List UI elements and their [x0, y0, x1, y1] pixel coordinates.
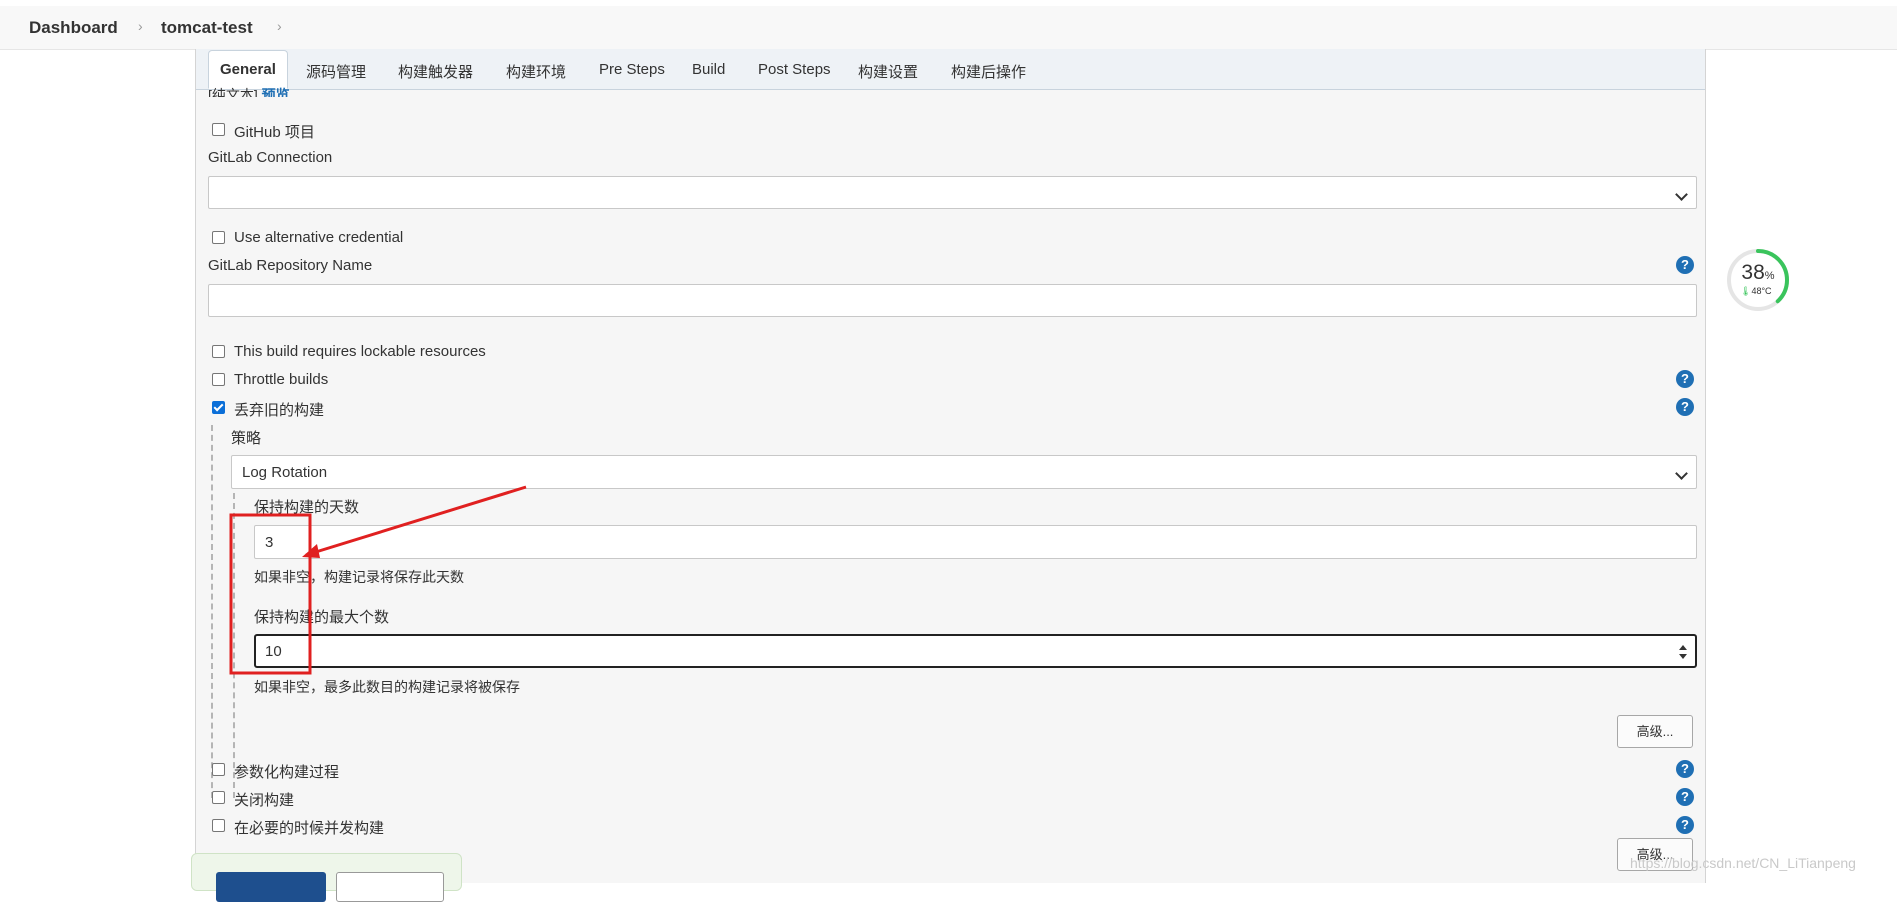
parameterized-build-label: 参数化构建过程 [234, 764, 340, 781]
tab-post-steps[interactable]: Post Steps [758, 61, 831, 78]
config-panel: General 源码管理 构建触发器 构建环境 Pre Steps Build … [195, 49, 1706, 883]
tab-source-code[interactable]: 源码管理 [306, 61, 366, 82]
help-icon-throttle[interactable]: ? [1676, 370, 1694, 388]
gitlab-repo-label: GitLab Repository Name [208, 257, 373, 274]
github-project-label: GitHub 项目 [234, 124, 315, 141]
breadcrumb-dropdown-icon[interactable]: › [277, 18, 282, 34]
help-icon-discard-old[interactable]: ? [1676, 398, 1694, 416]
breadcrumb: Dashboard › tomcat-test › [0, 6, 1897, 50]
bottom-action-bar [191, 853, 462, 902]
tab-general[interactable]: General [208, 50, 288, 89]
thermometer-icon: 🌡 [1740, 286, 1752, 296]
throttle-builds-checkbox[interactable] [212, 373, 225, 386]
breadcrumb-separator-icon: › [138, 18, 143, 34]
discard-old-builds-checkbox[interactable] [212, 401, 225, 414]
lockable-resources-checkbox[interactable] [212, 345, 225, 358]
strategy-label: 策略 [231, 430, 262, 447]
concurrent-build-checkbox[interactable] [212, 819, 225, 832]
lockable-resources-label: This build requires lockable resources [234, 343, 486, 360]
max-builds-label: 保持构建的最大个数 [254, 609, 390, 626]
advanced-button-log-rotation[interactable]: 高级... [1617, 715, 1693, 748]
watermark: https://blog.csdn.net/CN_LiTianpeng [1630, 855, 1856, 871]
config-tabbar: General 源码管理 构建触发器 构建环境 Pre Steps Build … [196, 49, 1705, 90]
days-to-keep-label: 保持构建的天数 [254, 499, 360, 516]
alt-credential-label: Use alternative credential [234, 229, 404, 246]
gitlab-repo-input[interactable] [208, 284, 1697, 317]
chevron-down-icon [1675, 188, 1688, 201]
help-icon-concurrent[interactable]: ? [1676, 816, 1694, 834]
gauge-temperature: 🌡48°C [1740, 286, 1772, 296]
breadcrumb-dashboard-link[interactable]: Dashboard [29, 18, 118, 38]
tab-build-environment[interactable]: 构建环境 [506, 61, 566, 82]
save-button[interactable] [216, 872, 326, 902]
chevron-down-icon [1675, 467, 1688, 480]
days-to-keep-hint: 如果非空，构建记录将保存此天数 [254, 569, 464, 585]
apply-button[interactable] [336, 872, 444, 902]
discard-section-guide [211, 425, 213, 798]
help-icon-disable-build[interactable]: ? [1676, 788, 1694, 806]
throttle-builds-label: Throttle builds [234, 371, 329, 388]
breadcrumb-project-link[interactable]: tomcat-test [161, 18, 253, 38]
discard-old-builds-label: 丢弃旧的构建 [234, 402, 325, 419]
tab-pre-steps[interactable]: Pre Steps [599, 61, 665, 78]
disable-build-checkbox[interactable] [212, 791, 225, 804]
days-to-keep-input[interactable]: 3 [254, 525, 1697, 559]
tab-build-settings[interactable]: 构建设置 [858, 61, 918, 82]
help-icon-parameterized[interactable]: ? [1676, 760, 1694, 778]
tab-build-triggers[interactable]: 构建触发器 [398, 61, 473, 82]
tab-build[interactable]: Build [692, 61, 725, 78]
max-builds-hint: 如果非空，最多此数目的构建记录将被保存 [254, 679, 520, 695]
alt-credential-checkbox[interactable] [212, 231, 225, 244]
help-icon-gitlab-repo[interactable]: ? [1676, 256, 1694, 274]
gitlab-connection-label: GitLab Connection [208, 149, 333, 166]
disable-build-label: 关闭构建 [234, 792, 295, 809]
strategy-select[interactable]: Log Rotation [231, 455, 1697, 489]
gitlab-connection-select[interactable] [208, 176, 1697, 209]
preview-link[interactable]: 预览 [262, 87, 290, 97]
log-rotation-section-guide [233, 493, 235, 798]
parameterized-build-checkbox[interactable] [212, 763, 225, 776]
max-builds-input[interactable]: 10 [254, 634, 1697, 668]
github-project-checkbox[interactable] [212, 123, 225, 136]
concurrent-build-label: 在必要的时候并发构建 [234, 820, 385, 837]
cpu-gauge-widget[interactable]: 38% 🌡48°C [1726, 248, 1790, 312]
gauge-percent: 38% [1741, 261, 1775, 284]
tab-post-build-actions[interactable]: 构建后操作 [951, 61, 1026, 82]
number-spinner-icon[interactable] [1679, 645, 1687, 659]
description-format-line: [纯文本] 预览 [208, 87, 290, 97]
